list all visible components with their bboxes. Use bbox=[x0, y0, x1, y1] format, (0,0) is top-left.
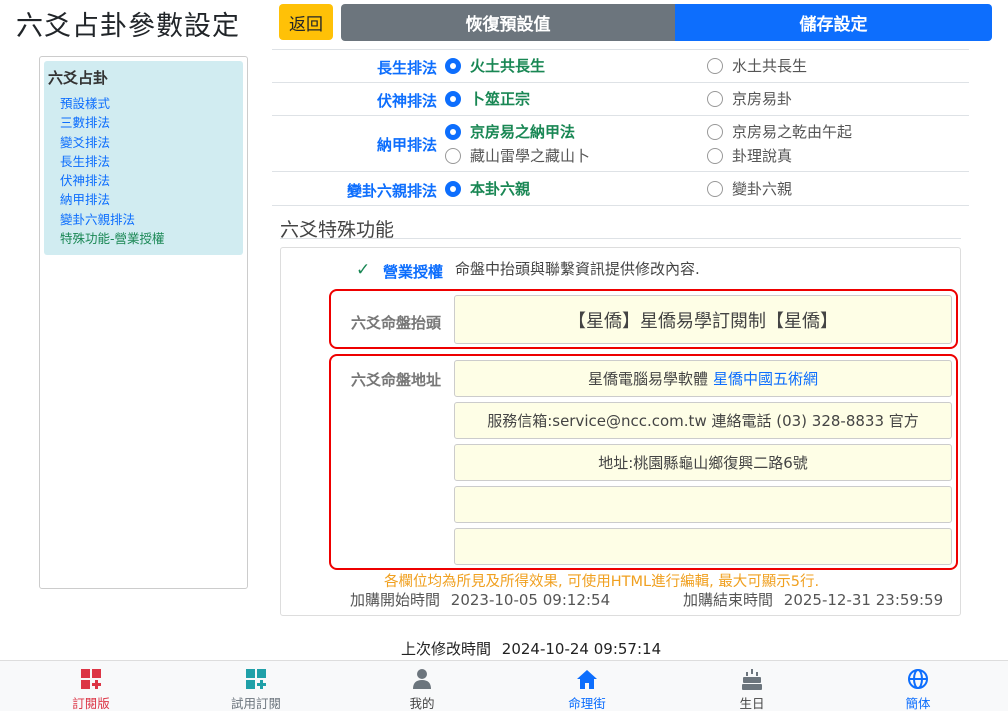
radio-unchecked-icon bbox=[707, 180, 723, 197]
radio-checked-icon bbox=[445, 123, 461, 140]
globe-icon bbox=[908, 668, 928, 690]
nav-label: 簡体 bbox=[905, 696, 931, 711]
radio-checked-icon bbox=[445, 90, 461, 107]
radio-label: 本卦六親 bbox=[470, 180, 531, 198]
nav-trial[interactable]: 試用訂閱 bbox=[206, 661, 306, 711]
radio-option[interactable]: 本卦六親 bbox=[445, 178, 530, 199]
radio-option[interactable]: 變卦六親 bbox=[707, 178, 792, 199]
option-row-longevity: 長生排法 火土共長生 水土共長生 bbox=[272, 50, 969, 83]
nav-label: 命理街 bbox=[568, 696, 606, 711]
nav-label: 試用訂閱 bbox=[230, 696, 281, 711]
page-title: 六爻占卦參數設定 bbox=[16, 11, 240, 42]
check-icon: ✓ bbox=[356, 260, 371, 280]
grid-plus-icon bbox=[246, 668, 266, 690]
grid-plus-icon bbox=[81, 668, 101, 690]
radio-label: 京房易卦 bbox=[732, 90, 793, 108]
radio-label: 京房易之納甲法 bbox=[470, 123, 576, 141]
reset-defaults-button[interactable]: 恢復預設值 bbox=[341, 4, 675, 41]
radio-checked-icon bbox=[445, 180, 461, 197]
sidebar-item-three-numbers[interactable]: 三數排法 bbox=[60, 113, 239, 132]
radio-label: 變卦六親 bbox=[732, 180, 793, 198]
start-time: 加購開始時間 2023-10-05 09:12:54 bbox=[350, 589, 610, 610]
house-icon bbox=[577, 668, 597, 690]
radio-label: 卦理說真 bbox=[732, 147, 793, 165]
end-time-value: 2025-12-31 23:59:59 bbox=[783, 591, 944, 609]
bottom-nav: 訂閱版 試用訂閱 我的 命理街 生日 簡体 bbox=[0, 660, 1008, 711]
website-link[interactable]: 星僑中國五術網 bbox=[713, 368, 818, 389]
radio-option[interactable]: 卦理說真 bbox=[707, 145, 792, 166]
sidebar-item-hidden-spirit[interactable]: 伏神排法 bbox=[60, 171, 239, 190]
option-label: 伏神排法 bbox=[376, 92, 437, 110]
section-divider bbox=[280, 238, 961, 239]
back-button[interactable]: 返回 bbox=[279, 4, 333, 40]
end-time: 加購結束時間 2025-12-31 23:59:59 bbox=[683, 589, 943, 610]
radio-option[interactable]: 卜筮正宗 bbox=[445, 88, 530, 109]
address-line-1[interactable]: 星僑電腦易學軟體 星僑中國五術網 bbox=[454, 360, 952, 397]
address-line-text: 地址:桃園縣龜山鄉復興二路6號 bbox=[598, 454, 808, 472]
sidebar-heading: 六爻占卦 bbox=[48, 69, 109, 87]
sidebar-item-business-license[interactable]: 特殊功能-營業授權 bbox=[60, 229, 239, 248]
option-label: 長生排法 bbox=[376, 59, 437, 77]
nav-simplified[interactable]: 簡体 bbox=[868, 661, 968, 711]
start-time-value: 2023-10-05 09:12:54 bbox=[450, 591, 611, 609]
last-modified: 上次修改時間 2024-10-24 09:57:14 bbox=[401, 638, 661, 659]
radio-option[interactable]: 京房易卦 bbox=[707, 88, 792, 109]
radio-unchecked-icon bbox=[707, 57, 723, 74]
sidebar-item-six-relatives[interactable]: 變卦六親排法 bbox=[60, 210, 239, 229]
nav-birthday[interactable]: 生日 bbox=[702, 661, 802, 711]
option-row-najia: 納甲排法 京房易之納甲法 京房易之乾由午起 藏山雷學之藏山卜 卦理說真 bbox=[272, 116, 969, 172]
radio-checked-icon bbox=[445, 57, 461, 74]
option-row-hidden-spirit: 伏神排法 卜筮正宗 京房易卦 bbox=[272, 83, 969, 116]
radio-label: 卜筮正宗 bbox=[470, 90, 531, 108]
radio-unchecked-icon bbox=[707, 123, 723, 140]
address-line-text: 服務信箱:service@ncc.com.tw 連絡電話 (03) 328-88… bbox=[487, 412, 919, 430]
radio-label: 藏山雷學之藏山卜 bbox=[470, 147, 591, 165]
sidebar-item-changing-line[interactable]: 變爻排法 bbox=[60, 133, 239, 152]
sidebar-item-default-style[interactable]: 預設樣式 bbox=[60, 94, 239, 113]
radio-option[interactable]: 藏山雷學之藏山卜 bbox=[445, 145, 590, 166]
save-settings-button[interactable]: 儲存設定 bbox=[675, 4, 992, 41]
address-line-text: 星僑電腦易學軟體 bbox=[587, 370, 708, 388]
option-row-six-relatives: 變卦六親排法 本卦六親 變卦六親 bbox=[272, 172, 969, 206]
radio-label: 京房易之乾由午起 bbox=[732, 123, 853, 141]
edit-hint: 各欄位均為所見及所得效果, 可使用HTML進行編輯, 最大可顯示5行. bbox=[384, 574, 820, 590]
radio-option[interactable]: 京房易之乾由午起 bbox=[707, 121, 852, 142]
heading-field-label: 六爻命盤抬頭 bbox=[351, 314, 442, 332]
nav-label: 訂閱版 bbox=[72, 696, 110, 711]
last-modified-label: 上次修改時間 bbox=[401, 640, 492, 658]
option-label: 變卦六親排法 bbox=[346, 182, 437, 200]
nav-street[interactable]: 命理街 bbox=[537, 661, 637, 711]
last-modified-value: 2024-10-24 09:57:14 bbox=[501, 640, 662, 658]
nav-label: 我的 bbox=[409, 696, 435, 711]
sidebar-item-najia[interactable]: 納甲排法 bbox=[60, 190, 239, 209]
settings-page: 六爻占卦參數設定 返回 恢復預設值 儲存設定 六爻占卦 預設樣式 三數排法 變爻… bbox=[0, 0, 1008, 711]
address-field-label: 六爻命盤地址 bbox=[351, 371, 442, 389]
address-line-5[interactable] bbox=[454, 528, 952, 565]
sidebar-menu: 六爻占卦 預設樣式 三數排法 變爻排法 長生排法 伏神排法 納甲排法 變卦六親排… bbox=[44, 61, 243, 255]
address-line-3[interactable]: 地址:桃園縣龜山鄉復興二路6號 bbox=[454, 444, 952, 481]
radio-option[interactable]: 水土共長生 bbox=[707, 55, 807, 76]
radio-unchecked-icon bbox=[445, 147, 461, 164]
option-label: 納甲排法 bbox=[376, 136, 437, 154]
heading-field[interactable]: 【星僑】星僑易學訂閱制【星僑】 bbox=[454, 295, 952, 344]
address-line-2[interactable]: 服務信箱:service@ncc.com.tw 連絡電話 (03) 328-88… bbox=[454, 402, 952, 439]
sidebar-item-longevity[interactable]: 長生排法 bbox=[60, 152, 239, 171]
nav-subscription[interactable]: 訂閱版 bbox=[41, 661, 141, 711]
radio-label: 火土共長生 bbox=[470, 57, 546, 75]
address-line-4[interactable] bbox=[454, 486, 952, 523]
end-time-label: 加購結束時間 bbox=[683, 591, 774, 609]
license-description: 命盤中抬頭與聯繫資訊提供修改內容. bbox=[455, 260, 700, 278]
radio-label: 水土共長生 bbox=[732, 57, 808, 75]
start-time-label: 加購開始時間 bbox=[350, 591, 441, 609]
cake-icon bbox=[742, 668, 762, 690]
license-label: 營業授權 bbox=[383, 263, 444, 281]
radio-option[interactable]: 火土共長生 bbox=[445, 55, 545, 76]
radio-option[interactable]: 京房易之納甲法 bbox=[445, 121, 575, 142]
radio-unchecked-icon bbox=[707, 90, 723, 107]
nav-me[interactable]: 我的 bbox=[372, 661, 472, 711]
nav-label: 生日 bbox=[739, 696, 765, 711]
sidebar: 六爻占卦 預設樣式 三數排法 變爻排法 長生排法 伏神排法 納甲排法 變卦六親排… bbox=[39, 56, 248, 589]
person-icon bbox=[413, 668, 431, 690]
radio-unchecked-icon bbox=[707, 147, 723, 164]
